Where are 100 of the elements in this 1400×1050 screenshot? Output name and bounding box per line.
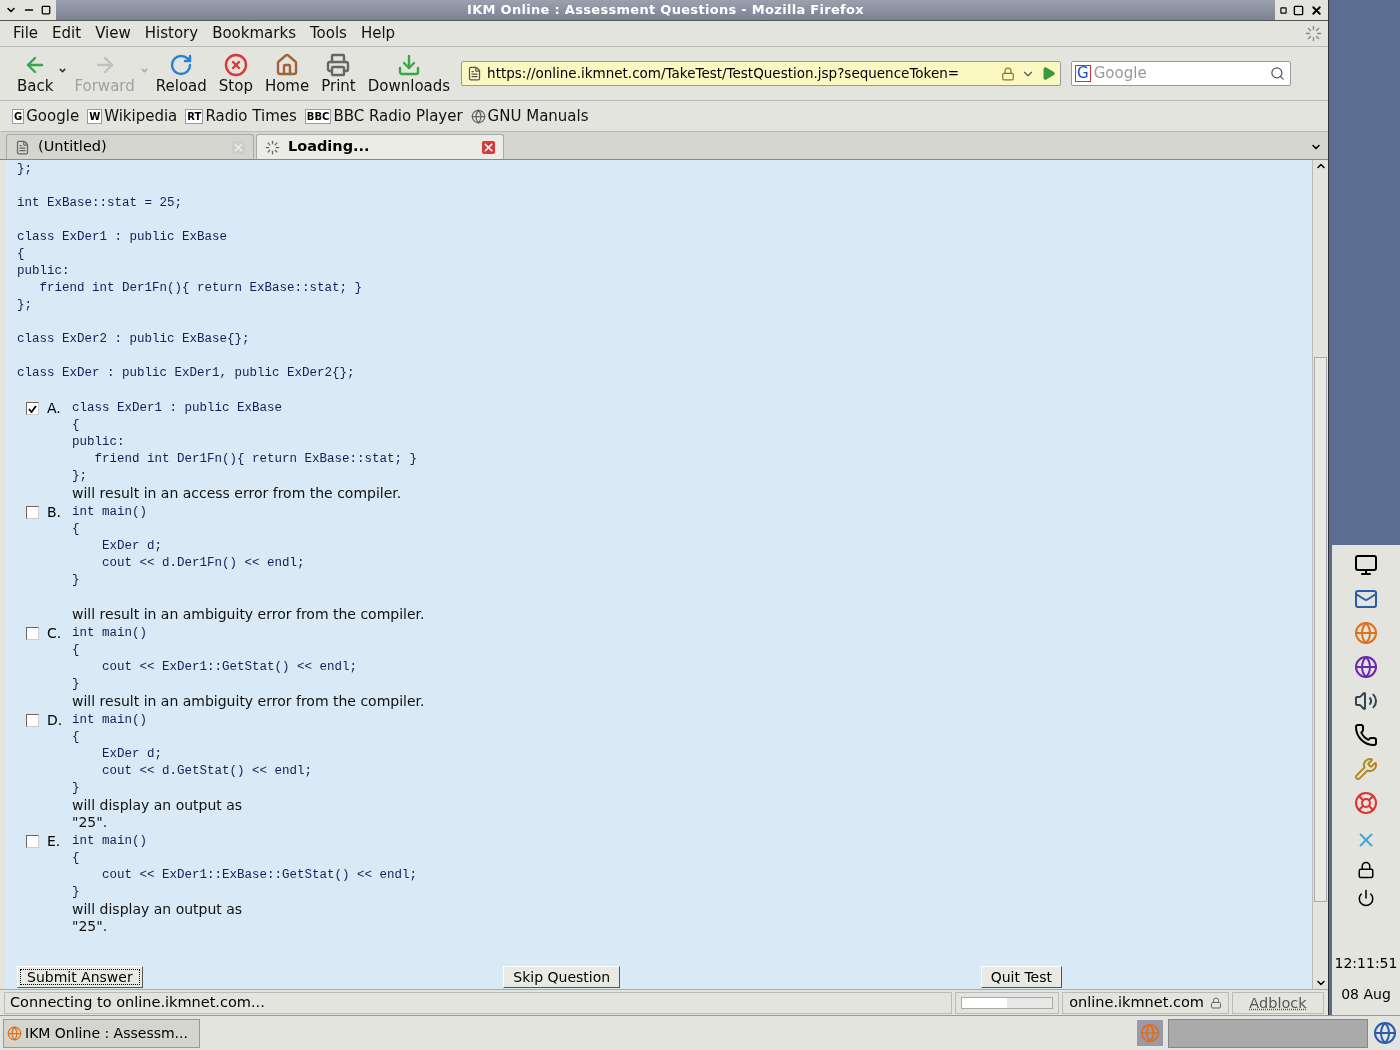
checkbox[interactable] bbox=[26, 506, 39, 519]
stop-icon bbox=[223, 52, 248, 77]
code-line: ExDer d; bbox=[101, 746, 162, 763]
code-line: int main() bbox=[72, 625, 147, 642]
form-button[interactable]: Skip Question bbox=[503, 966, 621, 988]
scroll-thumb[interactable] bbox=[1314, 357, 1327, 902]
toolbar-button[interactable]: Back bbox=[12, 52, 59, 95]
globe-icon[interactable] bbox=[1354, 655, 1378, 679]
toolbar-button[interactable]: Print bbox=[316, 52, 361, 95]
code-line: cout << d.GetStat() << endl; bbox=[101, 763, 313, 780]
bookmark-favicon: G bbox=[12, 108, 25, 124]
search-icon[interactable] bbox=[1270, 66, 1286, 81]
menu-item[interactable]: Help bbox=[353, 22, 403, 45]
code-line: class ExDer1 : public ExBase bbox=[17, 229, 228, 246]
tab-title: Loading... bbox=[288, 137, 371, 157]
checkbox[interactable] bbox=[26, 714, 39, 727]
task-button[interactable]: IKM Online : Assessm... bbox=[3, 1018, 200, 1048]
clock-date: 08 Aug bbox=[1341, 985, 1391, 1004]
engine-logo[interactable]: G bbox=[1075, 65, 1091, 82]
workspace-pager[interactable] bbox=[1168, 1018, 1368, 1048]
checkbox[interactable] bbox=[26, 835, 39, 848]
monitor-icon[interactable] bbox=[1354, 553, 1378, 577]
checkbox[interactable] bbox=[26, 402, 39, 415]
code-line: int ExBase::stat = 25; bbox=[17, 195, 183, 212]
option-text: will result in an ambiguity error from the compiler. bbox=[72, 606, 425, 623]
code-line: int main() bbox=[72, 833, 147, 850]
menu-item[interactable]: View bbox=[88, 22, 138, 45]
search-field[interactable]: G Google bbox=[1071, 61, 1292, 86]
lock-icon[interactable] bbox=[1357, 861, 1375, 879]
search-input[interactable]: Google bbox=[1093, 62, 1266, 85]
maximize-icon[interactable] bbox=[1293, 4, 1304, 16]
option-letter: D. bbox=[47, 712, 64, 729]
code-line: }; bbox=[17, 297, 32, 314]
lifebuoy-icon[interactable] bbox=[1354, 791, 1378, 815]
bookmark-favicon: W bbox=[87, 108, 103, 124]
option-text: will result in an access error from the compiler. bbox=[72, 485, 402, 502]
reload-icon bbox=[169, 52, 194, 77]
throbber-icon bbox=[1305, 25, 1322, 42]
bookmark-link[interactable]: Google bbox=[26, 104, 80, 128]
code-line: public: bbox=[17, 263, 70, 280]
toolbar-button[interactable]: Reload bbox=[150, 52, 212, 95]
menu-item[interactable]: History bbox=[137, 22, 206, 45]
code-line: } bbox=[72, 676, 80, 693]
bookmark-favicon bbox=[470, 108, 486, 124]
option-letter: A. bbox=[47, 400, 62, 417]
code-line: { bbox=[72, 729, 80, 746]
option-letter: E. bbox=[47, 833, 62, 850]
toolbar-button[interactable]: Downloads bbox=[362, 52, 456, 95]
code-line: friend int Der1Fn(){ return ExBase::stat; } bbox=[93, 451, 418, 468]
browser-tab[interactable]: (Untitled) bbox=[6, 134, 254, 159]
wrench-icon[interactable] bbox=[1354, 757, 1378, 781]
form-button[interactable]: Submit Answer bbox=[17, 966, 143, 988]
phone-icon[interactable] bbox=[1354, 723, 1378, 747]
browser-tab[interactable]: Loading... bbox=[256, 134, 504, 159]
option-text: "25". bbox=[72, 814, 108, 831]
code-line: friend int Der1Fn(){ return ExBase::stat; } bbox=[38, 280, 363, 297]
form-button[interactable]: Quit Test bbox=[980, 966, 1062, 988]
url-text: https://online.ikmnet.com/TakeTest/TestQuestion.jsp?sequenceToken= bbox=[487, 64, 961, 84]
code-line: } bbox=[72, 884, 80, 901]
bookmark-link[interactable]: Radio Times bbox=[205, 104, 297, 128]
code-line: int main() bbox=[72, 504, 147, 521]
mail-icon[interactable] bbox=[1354, 587, 1378, 611]
code-line: cout << d.Der1Fn() << endl; bbox=[101, 555, 305, 572]
padlock-icon bbox=[1210, 996, 1222, 1009]
option-letter: C. bbox=[47, 625, 63, 642]
address-bar[interactable]: https://online.ikmnet.com/TakeTest/TestQuestion.jsp?sequenceToken= bbox=[461, 61, 1062, 86]
bookmark-link[interactable]: GNU Manuals bbox=[487, 104, 589, 128]
code-line: class ExDer : public ExDer1, public ExDer2{}; bbox=[17, 365, 355, 382]
code-line: } bbox=[72, 780, 80, 797]
globe-icon[interactable] bbox=[1373, 1021, 1397, 1045]
bookmark-favicon: BBC bbox=[304, 108, 332, 124]
go-icon[interactable] bbox=[1041, 66, 1057, 81]
code-line: class ExDer1 : public ExBase bbox=[72, 400, 283, 417]
menu-item[interactable]: Bookmarks bbox=[205, 22, 303, 45]
scrollbar[interactable] bbox=[1312, 160, 1328, 989]
status-text: Connecting to online.ikmnet.com... bbox=[4, 991, 953, 1014]
power-icon[interactable] bbox=[1357, 889, 1375, 907]
menu-item[interactable]: Tools bbox=[302, 22, 354, 45]
menu-item[interactable]: File bbox=[6, 22, 46, 45]
option-letter: B. bbox=[47, 504, 63, 521]
download-icon bbox=[396, 52, 421, 77]
bookmark-link[interactable]: BBC Radio Player bbox=[333, 104, 463, 128]
code-line: class ExDer2 : public ExBase{}; bbox=[17, 331, 250, 348]
bookmark-link[interactable]: Wikipedia bbox=[104, 104, 178, 128]
toolbar-button[interactable]: Home bbox=[259, 52, 315, 95]
menu-item[interactable]: Edit bbox=[45, 22, 89, 45]
code-line: { bbox=[72, 850, 80, 867]
tab-title: (Untitled) bbox=[38, 137, 108, 157]
speaker-icon[interactable] bbox=[1354, 689, 1378, 713]
option-text: will result in an ambiguity error from the compiler. bbox=[72, 693, 425, 710]
code-line: int main() bbox=[72, 712, 147, 729]
checkbox[interactable] bbox=[26, 627, 39, 640]
minimize-icon[interactable] bbox=[1280, 6, 1287, 14]
clock-time: 12:11:51 bbox=[1334, 954, 1398, 973]
window-title: IKM Online : Assessment Questions - Mozilla Firefox bbox=[466, 1, 865, 20]
code-line: { bbox=[72, 417, 80, 434]
adblock-button[interactable]: Adblock bbox=[1232, 991, 1324, 1014]
toolbar-button[interactable]: Stop bbox=[213, 52, 258, 95]
close-icon[interactable] bbox=[1310, 3, 1323, 17]
code-line: cout << ExDer1::GetStat() << endl; bbox=[101, 659, 358, 676]
